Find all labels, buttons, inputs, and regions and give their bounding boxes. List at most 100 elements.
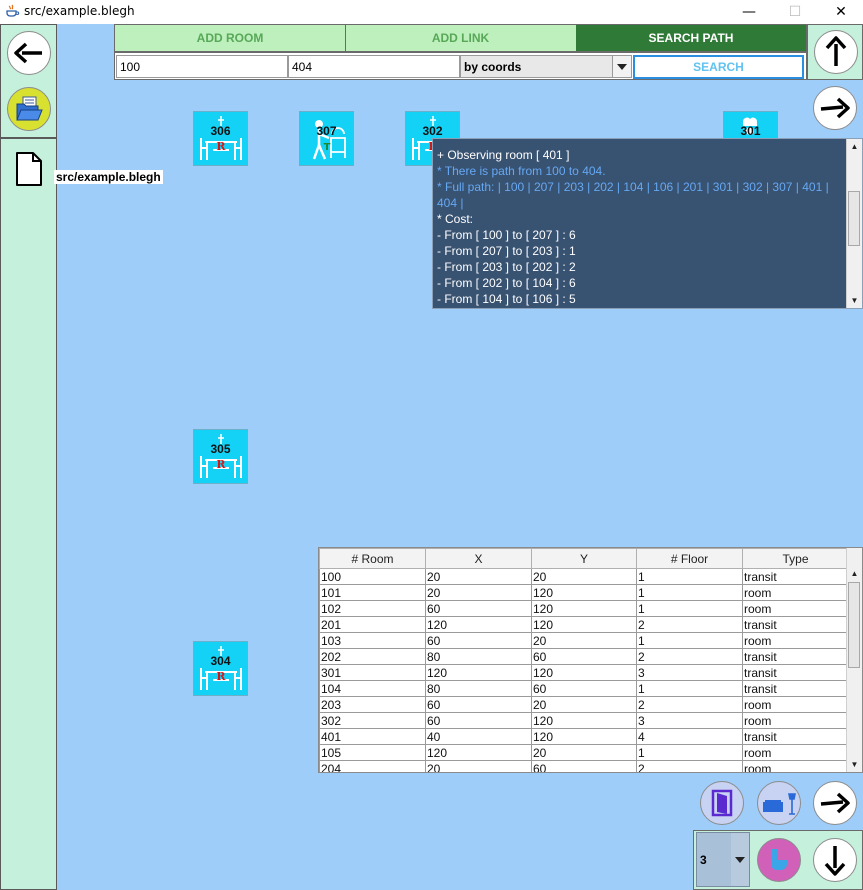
table-cell[interactable]: 202: [319, 648, 426, 665]
table-cell[interactable]: 2: [636, 616, 743, 633]
table-cell[interactable]: 4: [636, 728, 743, 745]
table-cell[interactable]: 302: [319, 712, 426, 729]
table-row[interactable]: 203 60 20 2 room: [319, 696, 849, 713]
scroll-up-icon[interactable]: ▲: [847, 139, 862, 154]
table-cell[interactable]: 103: [319, 632, 426, 649]
table-cell[interactable]: 120: [531, 600, 637, 617]
table-cell[interactable]: 201: [319, 616, 426, 633]
table-row[interactable]: 302 60 120 3 room: [319, 712, 849, 729]
tab-search-path[interactable]: SEARCH PATH: [576, 25, 806, 51]
room-tile-307[interactable]: T 307: [299, 111, 354, 166]
table-row[interactable]: 100 20 20 1 transit: [319, 568, 849, 585]
table-cell[interactable]: 20: [425, 760, 532, 772]
table-cell[interactable]: 120: [531, 664, 637, 681]
tab-add-room[interactable]: ADD ROOM: [115, 25, 346, 51]
room-tile-305[interactable]: R 305: [193, 429, 248, 484]
minimize-button[interactable]: —: [726, 0, 772, 24]
table-cell[interactable]: 80: [425, 680, 532, 697]
table-cell[interactable]: 20: [531, 568, 637, 585]
column-header-y[interactable]: Y: [531, 548, 637, 569]
scroll-down-icon[interactable]: ▼: [847, 293, 862, 308]
table-cell[interactable]: 120: [425, 744, 532, 761]
table-cell[interactable]: room: [742, 632, 849, 649]
table-row[interactable]: 204 20 60 2 room: [319, 760, 849, 772]
table-cell[interactable]: 120: [531, 712, 637, 729]
column-header-x[interactable]: X: [425, 548, 532, 569]
table-cell[interactable]: 3: [636, 712, 743, 729]
table-cell[interactable]: 1: [636, 632, 743, 649]
search-log-panel[interactable]: + Observing room [ 401 ] * There is path…: [432, 138, 863, 309]
table-row[interactable]: 105 120 20 1 room: [319, 744, 849, 761]
chevron-down-icon[interactable]: [731, 833, 749, 886]
table-row[interactable]: 301 120 120 3 transit: [319, 664, 849, 681]
table-cell[interactable]: 1: [636, 600, 743, 617]
table-cell[interactable]: 105: [319, 744, 426, 761]
room-tile-304[interactable]: R 304: [193, 641, 248, 696]
table-cell[interactable]: 60: [425, 696, 532, 713]
forward-button[interactable]: [813, 86, 857, 130]
table-cell[interactable]: 1: [636, 568, 743, 585]
table-cell[interactable]: room: [742, 744, 849, 761]
table-cell[interactable]: transit: [742, 664, 849, 681]
table-cell[interactable]: 3: [636, 664, 743, 681]
table-cell[interactable]: 1: [636, 680, 743, 697]
column-header-floor[interactable]: # Floor: [636, 548, 743, 569]
table-cell[interactable]: 204: [319, 760, 426, 772]
table-row[interactable]: 103 60 20 1 room: [319, 632, 849, 649]
table-cell[interactable]: 60: [531, 648, 637, 665]
search-mode-select[interactable]: by coords: [460, 55, 632, 78]
table-cell[interactable]: 20: [425, 584, 532, 601]
scroll-up-icon[interactable]: ▲: [847, 566, 862, 581]
add-furniture-button[interactable]: [757, 781, 801, 825]
table-cell[interactable]: 401: [319, 728, 426, 745]
table-cell[interactable]: 60: [425, 632, 532, 649]
table-cell[interactable]: room: [742, 600, 849, 617]
table-cell[interactable]: room: [742, 760, 849, 772]
table-cell[interactable]: 60: [531, 680, 637, 697]
table-row[interactable]: 201 120 120 2 transit: [319, 616, 849, 633]
column-header-type[interactable]: Type: [742, 548, 849, 569]
file-icon[interactable]: [15, 151, 43, 187]
table-cell[interactable]: transit: [742, 648, 849, 665]
floor-down-button[interactable]: [813, 838, 857, 882]
table-cell[interactable]: room: [742, 584, 849, 601]
table-cell[interactable]: 120: [531, 728, 637, 745]
table-cell[interactable]: 2: [636, 760, 743, 772]
table-cell[interactable]: 203: [319, 696, 426, 713]
table-cell[interactable]: 60: [531, 760, 637, 772]
search-button[interactable]: SEARCH: [633, 55, 804, 79]
table-row[interactable]: 401 40 120 4 transit: [319, 728, 849, 745]
scroll-thumb[interactable]: [848, 582, 860, 668]
table-cell[interactable]: 20: [531, 744, 637, 761]
table-cell[interactable]: 2: [636, 648, 743, 665]
table-cell[interactable]: 1: [636, 584, 743, 601]
table-cell[interactable]: 20: [531, 696, 637, 713]
table-cell[interactable]: 301: [319, 664, 426, 681]
table-cell[interactable]: 100: [319, 568, 426, 585]
table-cell[interactable]: room: [742, 712, 849, 729]
floor-select[interactable]: 3: [696, 832, 750, 887]
scroll-thumb[interactable]: [848, 191, 860, 246]
table-row[interactable]: 104 80 60 1 transit: [319, 680, 849, 697]
table-cell[interactable]: transit: [742, 616, 849, 633]
table-cell[interactable]: 102: [319, 600, 426, 617]
from-room-input[interactable]: [116, 55, 288, 78]
table-row[interactable]: 102 60 120 1 room: [319, 600, 849, 617]
table-cell[interactable]: 60: [425, 600, 532, 617]
file-list-item-label[interactable]: src/example.blegh: [54, 170, 163, 184]
tab-add-link[interactable]: ADD LINK: [345, 25, 577, 51]
room-tile-306[interactable]: R 306: [193, 111, 248, 166]
table-cell[interactable]: transit: [742, 680, 849, 697]
table-row[interactable]: 101 20 120 1 room: [319, 584, 849, 601]
table-cell[interactable]: 20: [531, 632, 637, 649]
table-cell[interactable]: room: [742, 696, 849, 713]
table-cell[interactable]: 60: [425, 712, 532, 729]
table-cell[interactable]: 20: [425, 568, 532, 585]
close-button[interactable]: ✕: [818, 0, 863, 24]
table-cell[interactable]: transit: [742, 728, 849, 745]
table-cell[interactable]: 120: [531, 584, 637, 601]
table-cell[interactable]: 120: [531, 616, 637, 633]
table-cell[interactable]: 120: [425, 664, 532, 681]
table-cell[interactable]: 104: [319, 680, 426, 697]
to-room-input[interactable]: [288, 55, 460, 78]
